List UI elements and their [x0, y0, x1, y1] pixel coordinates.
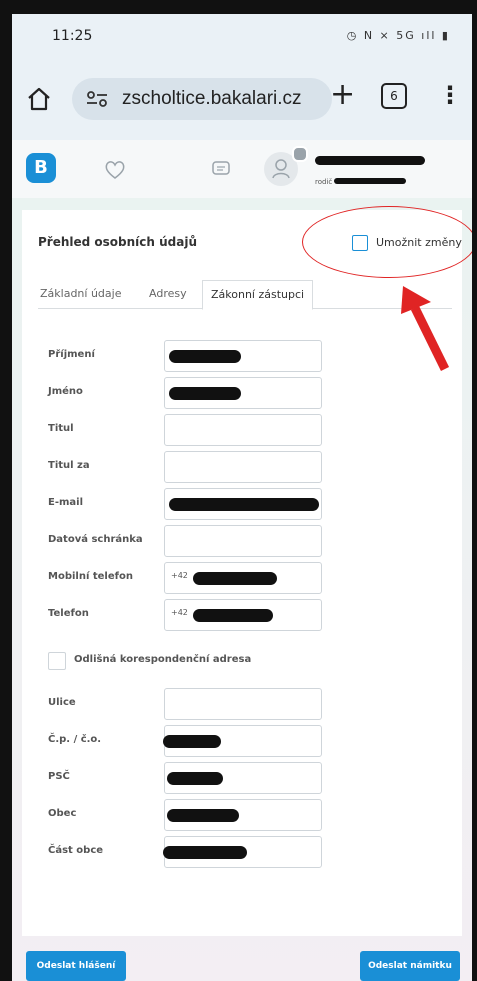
user-detail-redacted: [334, 178, 406, 184]
title-field[interactable]: [164, 414, 322, 446]
title-after-field[interactable]: [164, 451, 322, 483]
annotation-arrow-icon: [401, 286, 450, 371]
field-label: Část obce: [48, 845, 104, 856]
mobile-prefix: +42: [171, 571, 188, 580]
form-row-firstname: Jméno: [48, 377, 348, 409]
personal-data-card: Přehled osobních údajů Umožnit změny Zák…: [22, 210, 462, 936]
new-tab-icon[interactable]: +: [330, 80, 355, 110]
phone-prefix: +42: [171, 608, 188, 617]
data-box-field[interactable]: [164, 525, 322, 557]
form-row-title: Titul: [48, 414, 348, 446]
home-icon[interactable]: [26, 86, 52, 112]
form-row-street: Ulice: [48, 688, 348, 720]
notification-badge: [292, 146, 308, 162]
different-address-row[interactable]: Odlišná korespondenční adresa: [48, 650, 348, 674]
form-row-surname: Příjmení: [48, 340, 348, 372]
tab-legal-guardians[interactable]: Zákonní zástupci: [202, 280, 314, 310]
form-row-house-number: Č.p. / č.o.: [48, 725, 348, 757]
firstname-field[interactable]: [164, 377, 322, 409]
tab-addresses[interactable]: Adresy: [149, 280, 187, 308]
form-row-title-after: Titul za: [48, 451, 348, 483]
postcode-field[interactable]: [164, 762, 322, 794]
tab-switcher-button[interactable]: 6: [381, 83, 407, 109]
form-row-data-box: Datová schránka: [48, 525, 348, 557]
tab-bar: Základní údaje Adresy Zákonní zástupci: [38, 280, 452, 310]
tab-basic-info[interactable]: Základní údaje: [40, 280, 121, 308]
field-label: Č.p. / č.o.: [48, 734, 102, 745]
different-address-label: Odlišná korespondenční adresa: [74, 654, 252, 665]
field-label: Mobilní telefon: [48, 571, 133, 582]
surname-field[interactable]: [164, 340, 322, 372]
heart-icon[interactable]: [100, 154, 130, 184]
field-label: Telefon: [48, 608, 89, 619]
url-text: zscholtice.bakalari.cz: [122, 88, 302, 109]
messages-icon[interactable]: [206, 154, 236, 184]
field-label: Příjmení: [48, 349, 95, 360]
form-row-phone: Telefon +42: [48, 599, 348, 631]
address-bar[interactable]: zscholtice.bakalari.cz: [72, 78, 332, 120]
app-header: B rodič: [12, 140, 472, 199]
browser-toolbar: zscholtice.bakalari.cz + 6 ⋮: [12, 60, 472, 140]
site-settings-icon[interactable]: [86, 90, 108, 108]
status-bar: 11:25 ◷ N ⨯ 5G ıll ▮: [12, 14, 472, 60]
field-label: Obec: [48, 808, 77, 819]
page-title: Přehled osobních údajů: [38, 235, 198, 249]
form-footer: Odeslat hlášení Odeslat námitku: [12, 943, 472, 981]
field-label: Datová schránka: [48, 534, 143, 545]
house-number-field[interactable]: [163, 725, 322, 757]
street-field[interactable]: [164, 688, 322, 720]
mobile-phone-field[interactable]: +42: [164, 562, 322, 594]
browser-menu-icon[interactable]: ⋮: [438, 80, 462, 110]
town-field[interactable]: [164, 799, 322, 831]
phone-screen: 11:25 ◷ N ⨯ 5G ıll ▮ zscholtice.bakalari…: [12, 14, 472, 981]
different-address-checkbox[interactable]: [48, 652, 66, 670]
form-row-town: Obec: [48, 799, 348, 831]
send-report-button[interactable]: Odeslat hlášení: [26, 951, 126, 981]
bakalari-logo[interactable]: B: [26, 153, 56, 183]
email-field[interactable]: [164, 488, 322, 520]
field-label: PSČ: [48, 771, 70, 782]
town-part-field[interactable]: [163, 836, 322, 868]
field-label: Titul za: [48, 460, 90, 471]
field-label: Titul: [48, 423, 74, 434]
annotation-ellipse: [302, 206, 472, 278]
status-time: 11:25: [52, 28, 93, 44]
status-icons: ◷ N ⨯ 5G ıll ▮: [346, 29, 450, 42]
field-label: Ulice: [48, 697, 76, 708]
phone-field[interactable]: +42: [164, 599, 322, 631]
user-role: rodič: [315, 178, 333, 186]
form-row-email: E-mail: [48, 488, 348, 520]
field-label: E-mail: [48, 497, 84, 508]
field-label: Jméno: [48, 386, 83, 397]
user-name-redacted: [315, 156, 425, 165]
form-row-postcode: PSČ: [48, 762, 348, 794]
form-row-mobile: Mobilní telefon +42: [48, 562, 348, 594]
send-objection-button[interactable]: Odeslat námitku: [360, 951, 460, 981]
form-row-town-part: Část obce: [48, 836, 348, 868]
